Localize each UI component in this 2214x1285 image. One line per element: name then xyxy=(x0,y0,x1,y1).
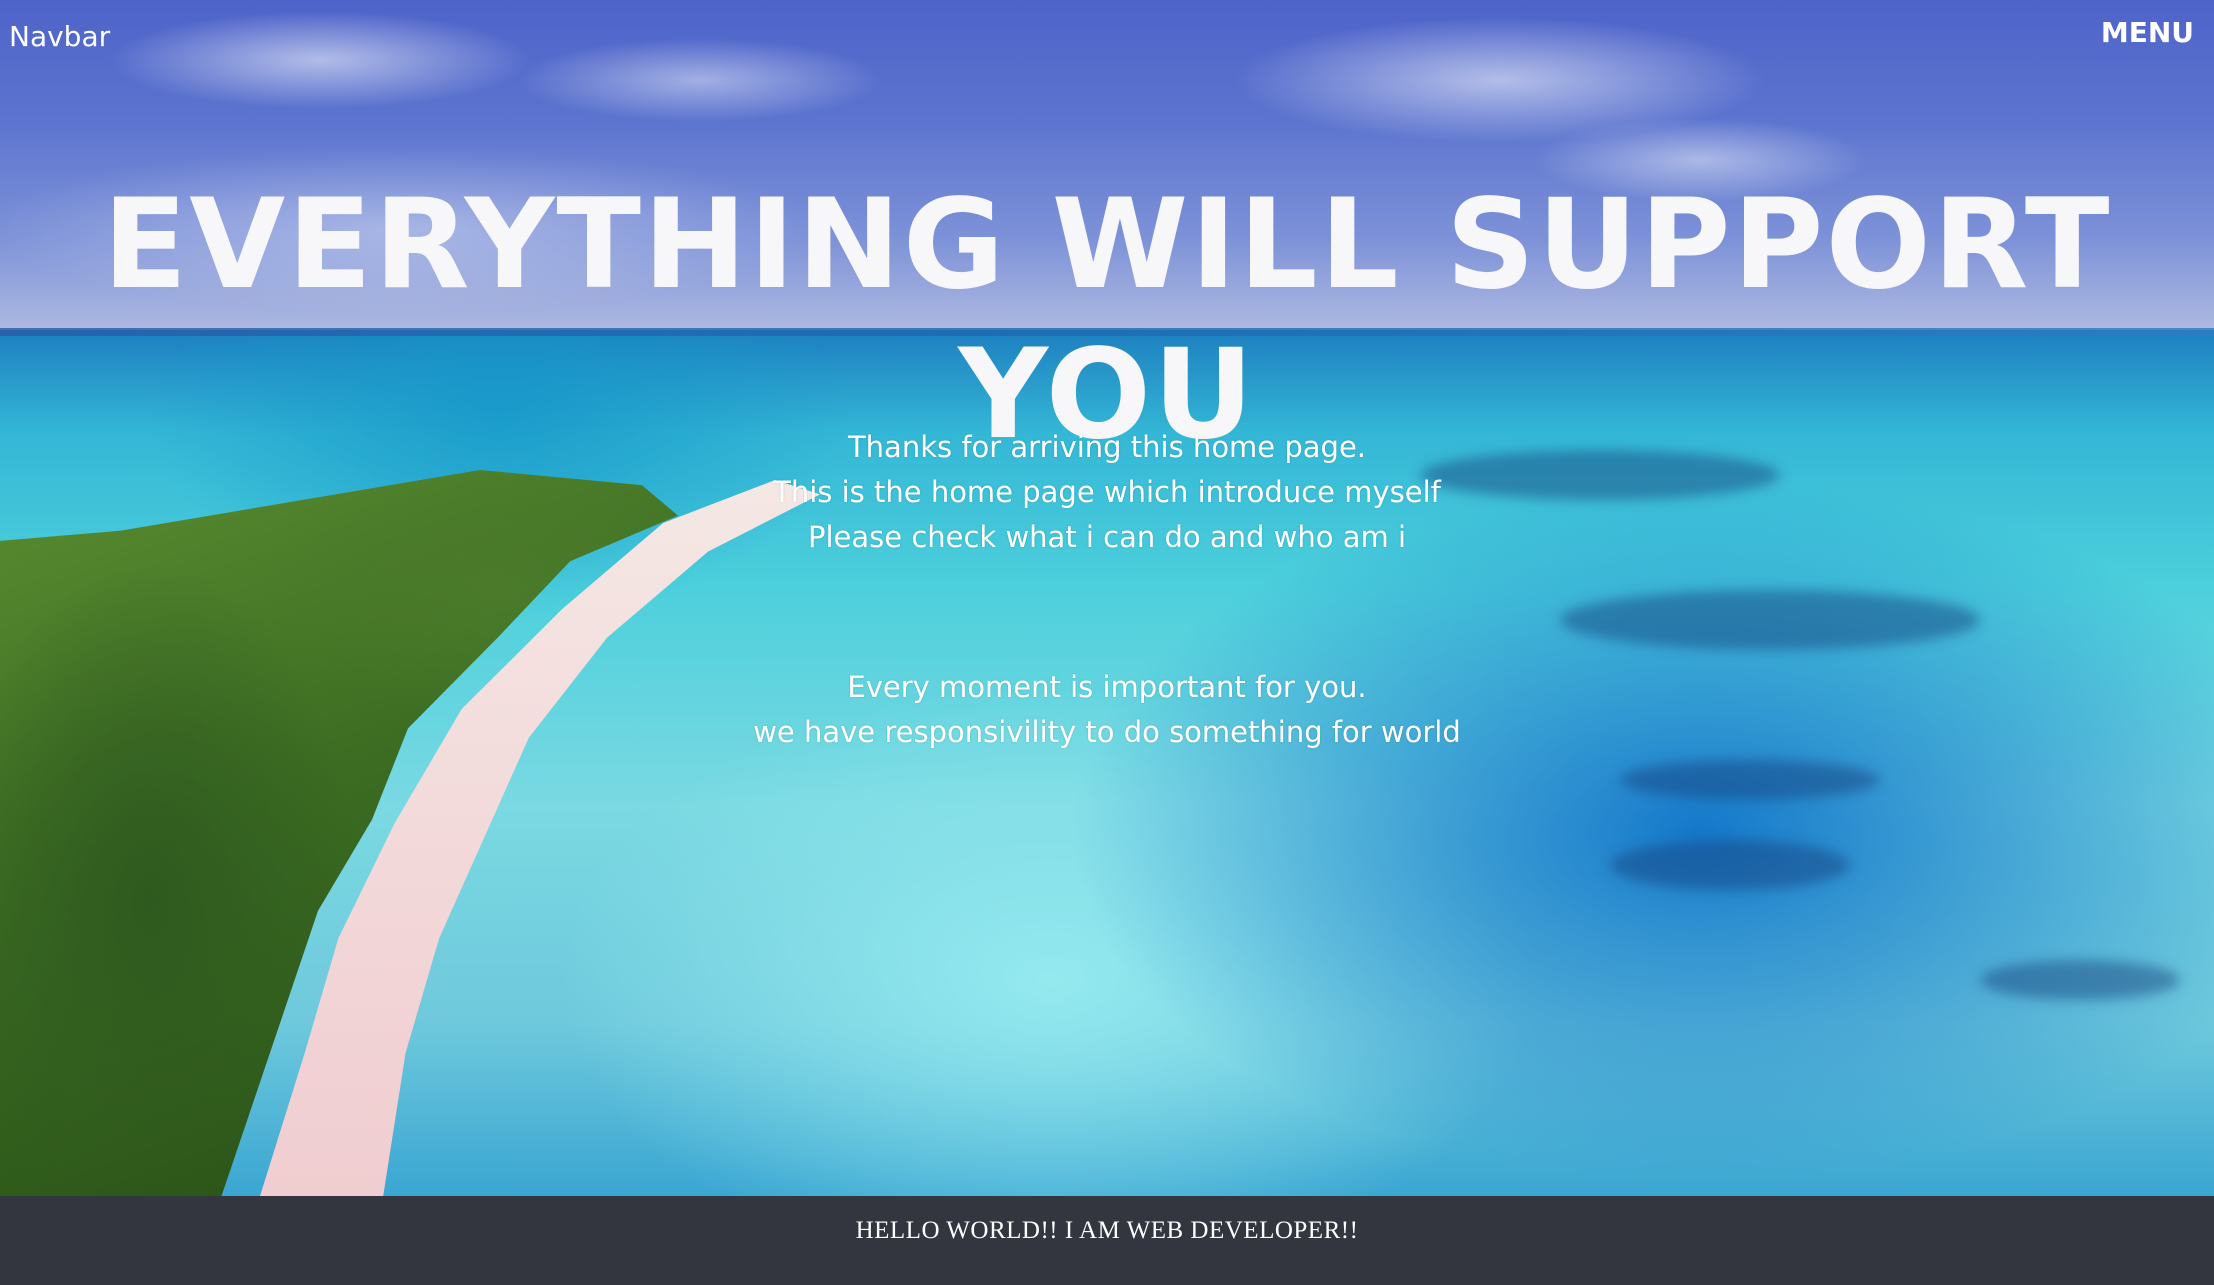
navbar-brand[interactable]: Navbar xyxy=(9,20,110,53)
intro-line: Please check what i can do and who am i xyxy=(808,520,1406,554)
reef-shape xyxy=(1610,840,1850,890)
intro-line: This is the home page which introduce my… xyxy=(773,475,1441,509)
home-page: Navbar MENU EVERYTHING WILL SUPPORT YOU … xyxy=(0,0,2214,1285)
reef-shape xyxy=(1620,760,1880,800)
intro-text: Thanks for arriving this home page. This… xyxy=(0,425,2214,755)
message-line: we have responsivility to do something f… xyxy=(753,715,1461,749)
menu-button[interactable]: MENU xyxy=(2101,16,2194,49)
footer-text: HELLO WORLD!! I AM WEB DEVELOPER!! xyxy=(855,1217,1359,1244)
intro-line: Thanks for arriving this home page. xyxy=(847,430,1367,464)
reef-shape xyxy=(1980,960,2180,1000)
footer: HELLO WORLD!! I AM WEB DEVELOPER!! xyxy=(0,1196,2214,1285)
message-line: Every moment is important for you. xyxy=(847,670,1367,704)
